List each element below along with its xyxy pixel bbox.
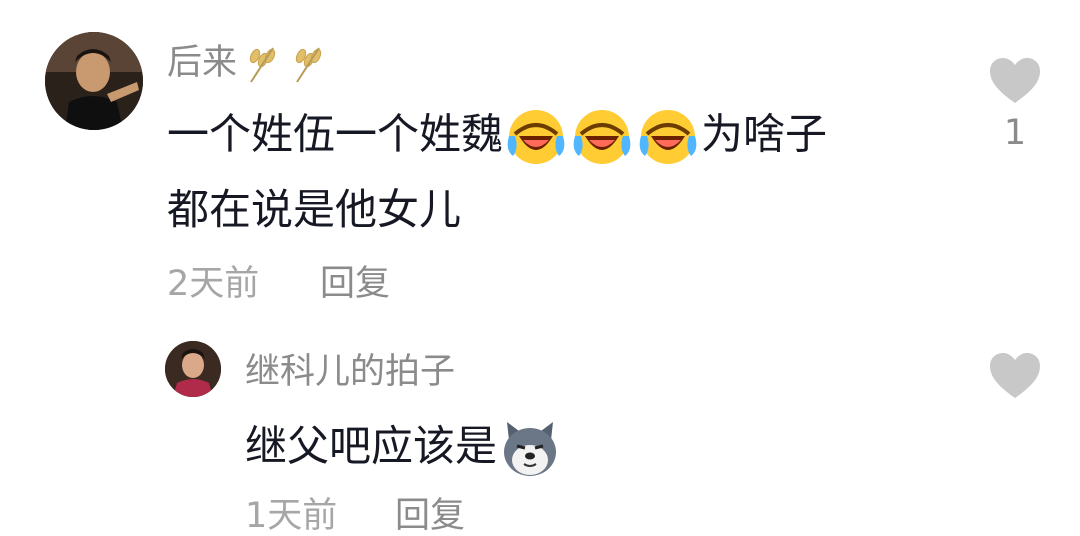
like-count: 1	[1003, 113, 1027, 153]
comment-text-line2: 都在说是他女儿	[167, 185, 462, 234]
laughing-tears-emoji	[637, 106, 699, 168]
comment-timestamp: 2天前	[167, 264, 260, 304]
comment-username[interactable]: 后来	[167, 43, 329, 84]
reply-avatar[interactable]	[165, 341, 221, 397]
husky-dog-emoji	[499, 418, 561, 480]
reply-reply-button[interactable]: 回复	[395, 496, 465, 536]
reply-timestamp: 1天前	[245, 496, 338, 536]
wheat-icon	[289, 44, 329, 84]
reply-username[interactable]: 继科儿的拍子	[245, 352, 455, 392]
reply-heart-icon[interactable]	[988, 352, 1042, 400]
reply-text: 继父吧应该是	[245, 418, 563, 480]
heart-icon[interactable]	[988, 57, 1042, 105]
laughing-tears-emoji	[505, 106, 567, 168]
wheat-icon	[243, 44, 283, 84]
comment-text-line1: 一个姓伍一个姓魏 为啥子	[167, 106, 827, 168]
avatar[interactable]	[45, 32, 143, 130]
laughing-tears-emoji	[571, 106, 633, 168]
reply-button[interactable]: 回复	[320, 264, 390, 304]
